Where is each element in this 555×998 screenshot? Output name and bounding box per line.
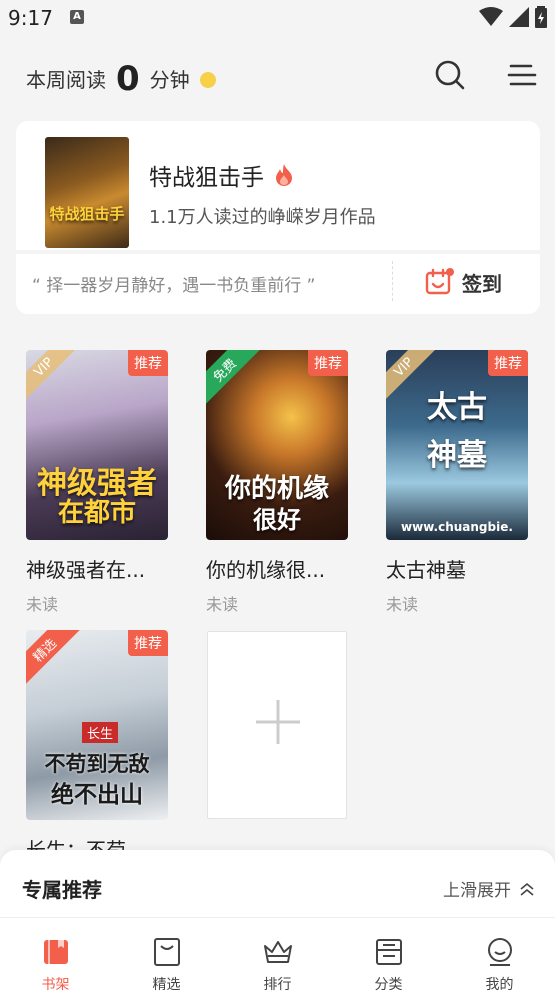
recommend-tag: 推荐 <box>128 630 168 656</box>
weekly-reading-stats[interactable]: 本周阅读 0 分钟 <box>26 56 216 99</box>
featured-cover-text: 特战狙击手 <box>49 205 125 223</box>
selected-corner-badge: 精选 <box>26 630 81 686</box>
status-bar: 9:17 A <box>0 0 555 36</box>
signal-icon <box>509 7 529 27</box>
profile-icon <box>487 938 512 966</box>
book-item[interactable]: VIP 推荐 太古 神墓 www.chuangbie. 太古神墓 未读 <box>386 350 528 615</box>
tab-label: 精选 <box>152 977 181 993</box>
checkin-label: 签到 <box>462 271 502 296</box>
cover-title-text: 绝不出山 <box>51 781 143 808</box>
reading-prefix: 本周阅读 <box>26 68 106 92</box>
menu-button[interactable] <box>505 58 539 92</box>
cover-series-badge: 长生 <box>82 722 119 743</box>
tab-ranking[interactable]: 排行 <box>222 918 333 998</box>
card-divider <box>16 250 540 254</box>
book-read-status: 未读 <box>206 595 239 614</box>
crown-icon <box>263 941 292 963</box>
header: 本周阅读 0 分钟 <box>0 50 555 100</box>
vip-corner-badge: VIP <box>26 350 80 403</box>
book-read-status: 未读 <box>26 595 59 614</box>
featured-card: 特战狙击手 特战狙击手 1.1万人读过的峥嵘岁月作品 “ 择一器岁月静好，遇一书… <box>16 121 540 314</box>
coin-icon <box>199 72 216 88</box>
checkin-divider <box>392 261 393 301</box>
expand-button[interactable]: 上滑展开 <box>443 876 535 901</box>
double-chevron-up-icon <box>520 882 534 896</box>
cover-title-text: 神墓 <box>427 438 487 473</box>
recommend-title: 专属推荐 <box>22 878 102 902</box>
free-corner-badge: 免费 <box>206 350 261 406</box>
reading-minutes: 0 <box>116 59 140 99</box>
search-button[interactable] <box>433 58 467 92</box>
tab-label: 我的 <box>485 977 514 993</box>
book-title: 神级强者在... <box>26 558 146 582</box>
search-icon <box>435 60 465 90</box>
plus-icon <box>256 700 300 744</box>
cover-title-text: 太古 <box>427 390 487 425</box>
recommend-sheet[interactable]: 专属推荐 上滑展开 <box>0 850 555 920</box>
daily-quote: “ 择一器岁月静好，遇一书负重前行 ” <box>32 276 316 296</box>
bookshelf-icon <box>43 940 68 964</box>
tab-featured[interactable]: 精选 <box>111 918 222 998</box>
book-title: 你的机缘很... <box>206 558 326 582</box>
book-item[interactable]: 精选 推荐 长生 不苟到无敌 绝不出山 长生：不苟... <box>26 630 168 863</box>
book-title: 太古神墓 <box>386 558 466 582</box>
tab-label: 分类 <box>374 977 403 993</box>
fire-icon <box>276 164 292 186</box>
category-box-icon <box>375 939 402 965</box>
cover-title-text: 不苟到无敌 <box>44 751 150 776</box>
expand-label: 上滑展开 <box>443 881 511 901</box>
tab-label: 书架 <box>41 977 70 993</box>
tab-bookshelf[interactable]: 书架 <box>0 918 111 998</box>
bottom-tab-bar: 书架 精选 排行 分类 我的 <box>0 917 555 998</box>
featured-book-cover[interactable]: 特战狙击手 <box>45 137 129 248</box>
cover-title-text: 很好 <box>253 505 301 534</box>
book-cover[interactable]: 免费 推荐 你的机缘 很好 <box>206 350 348 540</box>
book-item[interactable]: 免费 推荐 你的机缘 很好 你的机缘很... 未读 <box>206 350 348 615</box>
book-cover[interactable]: VIP 推荐 太古 神墓 www.chuangbie. <box>386 350 528 540</box>
featured-bag-icon <box>153 938 180 966</box>
reading-suffix: 分钟 <box>149 68 190 92</box>
status-time: 9:17 <box>8 6 53 30</box>
tab-profile[interactable]: 我的 <box>444 918 555 998</box>
book-cover[interactable]: 精选 推荐 长生 不苟到无敌 绝不出山 <box>26 630 168 820</box>
recommend-tag: 推荐 <box>488 350 528 376</box>
featured-title-text: 特战狙击手 <box>149 165 264 191</box>
tab-label: 排行 <box>263 977 292 993</box>
cover-url-text: www.chuangbie. <box>401 520 513 534</box>
book-item[interactable]: VIP 推荐 神级强者 在都市 神级强者在... 未读 <box>26 350 168 615</box>
add-book-button[interactable] <box>207 631 347 819</box>
battery-icon <box>535 6 547 28</box>
featured-book-subtitle: 1.1万人读过的峥嵘岁月作品 <box>149 207 376 228</box>
notification-icon: A <box>70 10 84 24</box>
recommend-tag: 推荐 <box>308 350 348 376</box>
checkin-button[interactable]: 签到 <box>424 267 502 297</box>
tab-category[interactable]: 分类 <box>333 918 444 998</box>
book-cover[interactable]: VIP 推荐 神级强者 在都市 <box>26 350 168 540</box>
menu-icon <box>507 64 537 86</box>
book-read-status: 未读 <box>386 595 419 614</box>
status-icons <box>479 6 547 28</box>
featured-book-title[interactable]: 特战狙击手 <box>149 158 294 192</box>
cover-title-text: 在都市 <box>57 498 136 528</box>
wifi-icon <box>479 7 503 26</box>
calendar-icon <box>425 268 454 295</box>
recommend-tag: 推荐 <box>128 350 168 376</box>
